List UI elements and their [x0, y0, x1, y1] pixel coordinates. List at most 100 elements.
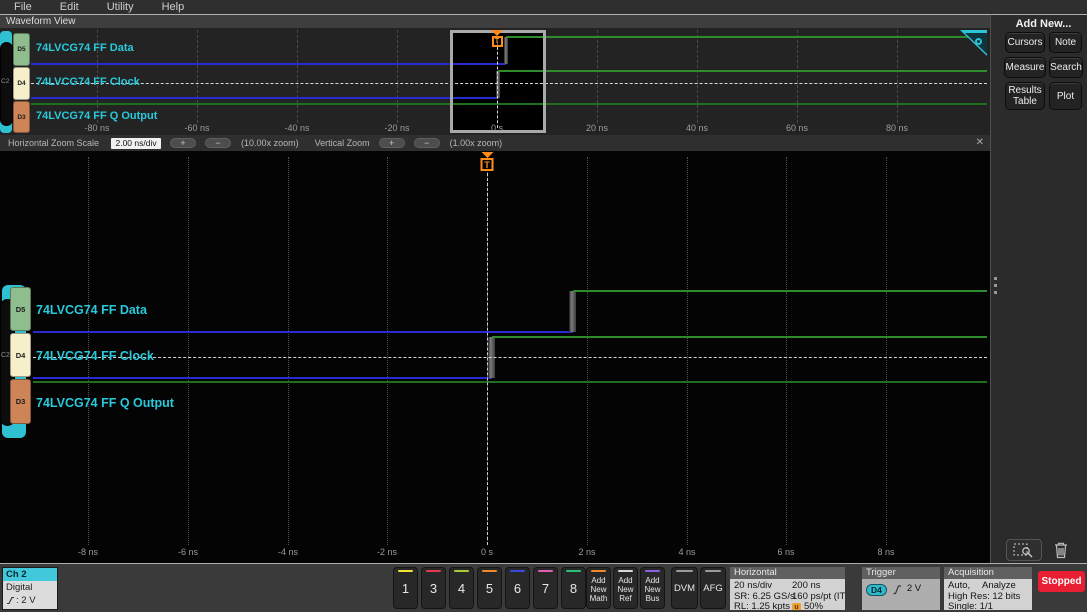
axis-tick-label: 2 ns [578, 547, 596, 557]
vertical-zoom-plus-button[interactable]: + [378, 138, 405, 148]
channel-7-color-stripe [538, 570, 553, 572]
channel2-mode: Digital [6, 582, 33, 593]
menu-file[interactable]: File [14, 1, 32, 13]
horizontal-settings-badge[interactable]: Horizontal 20 ns/div 200 ns SR: 6.25 GS/s… [730, 567, 845, 610]
channel2-threshold: : 2 V [16, 595, 36, 606]
channel-5-button[interactable]: 5 [477, 567, 502, 609]
horizontal-position-icon: u [792, 603, 801, 610]
menu-utility[interactable]: Utility [107, 1, 134, 13]
run-stop-status-button[interactable]: Stopped [1038, 571, 1085, 592]
channel-label-d4[interactable]: 74LVCG74 FF Clock [36, 349, 154, 363]
add-new-ref-button[interactable]: Add New Ref [613, 567, 638, 609]
trigger-level-line[interactable] [33, 357, 987, 358]
trigger-marker[interactable]: T [480, 152, 494, 171]
channel-8-color-stripe [566, 570, 581, 572]
measure-button[interactable]: Measure [1004, 57, 1046, 78]
axis-tick-label: -4 ns [277, 547, 298, 557]
zoomed-waveform-view[interactable]: -8 ns -6 ns -4 ns -2 ns 0 s2 ns 4 ns 6 ns 8 ns … [0, 151, 990, 563]
horizontal-zoom-minus-button[interactable]: − [205, 138, 232, 148]
splitter-dots-icon [994, 277, 997, 280]
menu-edit[interactable]: Edit [60, 1, 79, 13]
box-zoom-tool-button[interactable] [1006, 539, 1042, 561]
box-zoom-icon [1013, 543, 1033, 558]
waveform-D4-low [33, 377, 492, 379]
trigger-settings-badge[interactable]: Trigger D4 2 V [862, 567, 940, 610]
group-label: C2 [1, 352, 10, 359]
axis-tick-label: 4 ns [678, 547, 696, 557]
channel2-badge[interactable]: Ch 2 Digital : 2 V [2, 567, 58, 610]
dvm-button[interactable]: DVM [671, 567, 698, 609]
add-new-title: Add New... [1015, 18, 1072, 30]
trigger-title: Trigger [862, 567, 940, 579]
vertical-zoom-minus-button[interactable]: − [413, 138, 440, 148]
channel-badge-d5[interactable]: D5 [13, 33, 30, 66]
channel-7-button[interactable]: 7 [533, 567, 558, 609]
search-button[interactable]: Search [1049, 57, 1083, 78]
cursors-button[interactable]: Cursors [1005, 32, 1045, 53]
channel-label-d3[interactable]: 74LVCG74 FF Q Output [36, 110, 157, 122]
acquisition-settings-badge[interactable]: Acquisition Auto, Analyze High Res: 12 bi… [944, 567, 1032, 610]
channel-6-color-stripe [510, 570, 525, 572]
waveform-D5-edge [569, 291, 577, 332]
channel-label-d3[interactable]: 74LVCG74 FF Q Output [36, 396, 174, 410]
afg-button[interactable]: AFG [700, 567, 726, 609]
waveform-D4-high [497, 70, 987, 72]
waveform-D4-high [491, 336, 987, 338]
add-new-math-button[interactable]: Add New Math [586, 567, 611, 609]
bus-color-stripe [645, 570, 660, 572]
acquisition-title: Acquisition [944, 567, 1032, 579]
channel-badge-d3[interactable]: D3 [10, 379, 31, 424]
waveform-D3-high [33, 381, 987, 383]
channel-badge-d4[interactable]: D4 [10, 333, 31, 377]
trigger-marker[interactable]: T [491, 30, 503, 47]
horizontal-zoom-factor: (10.00x zoom) [241, 138, 299, 148]
channel-badge-d4[interactable]: D4 [13, 67, 30, 100]
note-button[interactable]: Note [1049, 32, 1082, 53]
channel-badge-d5[interactable]: D5 [10, 287, 31, 331]
axis-tick-label: -8 ns [77, 547, 98, 557]
channel-label-d5[interactable]: 74LVCG74 FF Data [36, 42, 134, 54]
waveform-D5-high [505, 36, 987, 38]
axis-tick-label: -2 ns [376, 547, 397, 557]
group-label: C2 [1, 78, 10, 85]
channel-label-d5[interactable]: 74LVCG74 FF Data [36, 303, 147, 317]
menu-help[interactable]: Help [162, 1, 185, 13]
trigger-t-icon: T [491, 36, 503, 47]
waveform-D5-low [33, 331, 573, 333]
channel-5-color-stripe [482, 570, 497, 572]
axis-tick-label: 0 s [480, 547, 493, 557]
trigger-t-icon: T [480, 158, 494, 171]
axis-tick-label: 80 ns [885, 123, 909, 133]
oscilloscope-app: File Edit Utility Help Waveform View -80… [0, 0, 1087, 612]
trigger-position-line [487, 173, 488, 545]
settings-bar: Ch 2 Digital : 2 V 1 3 4 5 6 7 8 Add New… [0, 563, 1087, 612]
zoom-close-icon[interactable]: ✕ [976, 137, 984, 148]
channel-6-button[interactable]: 6 [505, 567, 530, 609]
trash-button[interactable] [1052, 539, 1070, 561]
channel-badge-d3[interactable]: D3 [13, 101, 30, 133]
axis-tick-label: -60 ns [184, 123, 210, 133]
channel-3-button[interactable]: 3 [421, 567, 446, 609]
channel-4-color-stripe [454, 570, 469, 572]
horizontal-zoom-plus-button[interactable]: + [170, 138, 197, 148]
threshold-edge-icon [7, 596, 14, 605]
math-color-stripe [591, 570, 606, 572]
axis-tick-label: 40 ns [685, 123, 709, 133]
axis-tick-label: -80 ns [84, 123, 110, 133]
plot-button[interactable]: Plot [1049, 82, 1082, 110]
splitter-dots-icon [994, 291, 997, 294]
channel-4-button[interactable]: 4 [449, 567, 474, 609]
results-table-button[interactable]: Results Table [1005, 82, 1045, 110]
ref-color-stripe [618, 570, 633, 572]
channel-8-button[interactable]: 8 [561, 567, 586, 609]
channel-label-d4[interactable]: 74LVCG74 FF Clock [36, 76, 140, 88]
axis-tick-label: 0 s [490, 123, 503, 133]
waveform-view-title: Waveform View [0, 15, 990, 28]
horizontal-zoom-scale-value[interactable]: 2.00 ns/div [111, 137, 162, 149]
add-new-bus-button[interactable]: Add New Bus [640, 567, 665, 609]
channel-1-button[interactable]: 1 [393, 567, 418, 609]
panel-splitter[interactable] [990, 14, 1000, 563]
vertical-zoom-label: Vertical Zoom [314, 138, 370, 148]
waveform-overview[interactable]: -80 ns -60 ns -40 ns -20 ns 0 s 20 ns 40 ns 60 … [0, 28, 990, 135]
vertical-zoom-factor: (1.00x zoom) [449, 138, 503, 148]
